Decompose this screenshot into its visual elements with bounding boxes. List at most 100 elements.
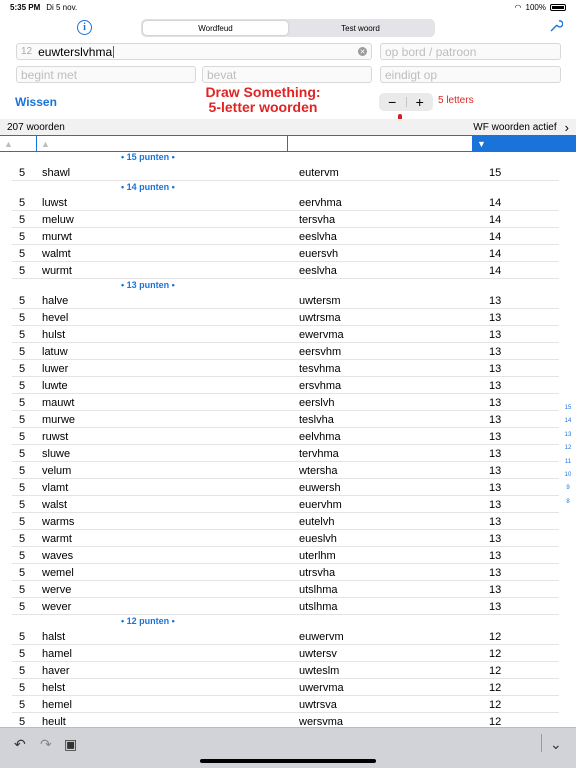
cell-len: 5 — [19, 396, 26, 409]
index-item[interactable]: 9 — [566, 482, 569, 495]
index-item[interactable]: 12 — [565, 442, 572, 455]
list-item[interactable]: 5 vlamt euwersh 13 — [0, 479, 576, 496]
section-header: • 12 punten • — [121, 616, 175, 626]
clear-icon[interactable]: ✕ — [358, 47, 367, 56]
index-item[interactable]: 13 — [565, 429, 572, 442]
cell-word: velum — [42, 464, 72, 477]
section-index[interactable]: 15 14 13 12 11 10 9 8 — [562, 402, 574, 509]
index-item[interactable]: 8 — [566, 496, 569, 509]
promo-banner[interactable]: Draw Something: 5-letter woorden — [200, 85, 326, 115]
sort-points-column[interactable]: ▼ — [473, 135, 576, 152]
list-item[interactable]: 5 wurmt eeslvha 14 — [0, 262, 576, 279]
tab-wordfeud[interactable]: Wordfeud — [143, 21, 288, 35]
cell-pts: 12 — [489, 630, 502, 643]
board-pattern-field[interactable]: op bord / patroon — [380, 43, 561, 60]
cell-pts: 13 — [489, 311, 502, 324]
list-item[interactable]: 5 murwt eeslvha 14 — [0, 228, 576, 245]
cell-word: murwe — [42, 413, 76, 426]
letters-value: euwterslvhma — [38, 44, 113, 59]
cell-word: luwst — [42, 196, 68, 209]
cell-pts: 14 — [489, 196, 502, 209]
sort-word-column[interactable]: ▲ — [37, 135, 288, 152]
cell-len: 5 — [19, 447, 26, 460]
cell-rack: euersvh — [299, 247, 339, 260]
cell-pts: 13 — [489, 498, 502, 511]
plus-button[interactable]: + — [407, 94, 434, 110]
chevron-down-icon[interactable]: ⌄ — [550, 736, 562, 753]
cell-len: 5 — [19, 196, 26, 209]
cell-word: wemel — [42, 566, 74, 579]
list-item[interactable]: 5 werve utslhma 13 — [0, 581, 576, 598]
sort-length-column[interactable]: ▲ — [0, 135, 37, 152]
list-item[interactable]: 5 waves uterlhm 13 — [0, 547, 576, 564]
index-item[interactable]: 11 — [565, 456, 571, 469]
list-item[interactable]: 5 murwe teslvha 13 — [0, 411, 576, 428]
ends-with-field[interactable]: eindigt op — [380, 66, 561, 83]
cell-len: 5 — [19, 413, 26, 426]
list-item[interactable]: 5 luwst eervhma 14 — [0, 194, 576, 211]
word-count: 207 woorden — [7, 121, 65, 133]
sort-rack-column[interactable] — [288, 135, 473, 152]
index-item[interactable]: 15 — [565, 402, 572, 415]
cell-word: waves — [42, 549, 74, 562]
list-item[interactable]: 5 mauwt eerslvh 13 — [0, 394, 576, 411]
cell-len: 5 — [19, 294, 26, 307]
cell-rack: uwtersm — [299, 294, 341, 307]
cell-word: warmt — [42, 532, 72, 545]
cell-pts: 14 — [489, 264, 502, 277]
cell-len: 5 — [19, 532, 26, 545]
begins-with-field[interactable]: begint met — [16, 66, 196, 83]
wrench-icon[interactable] — [549, 19, 564, 36]
chevron-right-icon[interactable]: › — [565, 120, 569, 135]
list-item[interactable]: 5 hamel uwtersv 12 — [0, 645, 576, 662]
info-icon[interactable]: i — [77, 20, 92, 35]
list-item[interactable]: 5 walst euervhm 13 — [0, 496, 576, 513]
list-item[interactable]: 5 shawl eutervm 15 — [0, 164, 576, 181]
list-item[interactable]: 5 wemel utrsvha 13 — [0, 564, 576, 581]
index-item[interactable]: 14 — [565, 415, 572, 428]
status-time: 5:35 PM — [10, 2, 41, 12]
list-item[interactable]: 5 helst uwervma 12 — [0, 679, 576, 696]
cell-len: 5 — [19, 515, 26, 528]
list-item[interactable]: 5 hemel uwtrsva 12 — [0, 696, 576, 713]
cell-pts: 13 — [489, 430, 502, 443]
tab-test-woord[interactable]: Test woord — [288, 21, 433, 35]
list-item[interactable]: 5 sluwe tervhma 13 — [0, 445, 576, 462]
cell-len: 5 — [19, 264, 26, 277]
undo-icon[interactable]: ↶ — [14, 736, 26, 753]
list-item[interactable]: 5 ruwst eelvhma 13 — [0, 428, 576, 445]
list-item[interactable]: 5 hevel uwtrsma 13 — [0, 309, 576, 326]
list-item[interactable]: 5 halst euwervm 12 — [0, 628, 576, 645]
promo-line-2: 5-letter woorden — [208, 99, 318, 115]
cell-len: 5 — [19, 230, 26, 243]
cell-pts: 13 — [489, 481, 502, 494]
clear-button[interactable]: Wissen — [15, 95, 57, 109]
paste-icon[interactable]: ▣ — [64, 736, 77, 753]
list-item[interactable]: 5 luwer tesvhma 13 — [0, 360, 576, 377]
letters-input[interactable]: 12 euwterslvhma ✕ — [16, 43, 372, 60]
list-item[interactable]: 5 meluw tersvha 14 — [0, 211, 576, 228]
minus-button[interactable]: − — [379, 94, 406, 110]
list-item[interactable]: 5 haver uwteslm 12 — [0, 662, 576, 679]
list-item[interactable]: 5 latuw eersvhm 13 — [0, 343, 576, 360]
cell-rack: utslhma — [299, 583, 338, 596]
contains-field[interactable]: bevat — [202, 66, 372, 83]
list-item[interactable]: 5 halve uwtersm 13 — [0, 292, 576, 309]
list-item[interactable]: 5 velum wtersha 13 — [0, 462, 576, 479]
redo-icon[interactable]: ↷ — [40, 736, 52, 753]
cell-rack: tervhma — [299, 447, 339, 460]
list-item[interactable]: 5 walmt euersvh 14 — [0, 245, 576, 262]
cell-pts: 13 — [489, 328, 502, 341]
summary-bar[interactable]: 207 woorden WF woorden actief › — [0, 119, 576, 135]
list-item[interactable]: 5 warms eutelvh 13 — [0, 513, 576, 530]
cell-len: 5 — [19, 498, 26, 511]
list-item[interactable]: 5 hulst ewervma 13 — [0, 326, 576, 343]
list-item[interactable]: 5 warmt eueslvh 13 — [0, 530, 576, 547]
cell-word: helst — [42, 681, 66, 694]
cell-rack: utrsvha — [299, 566, 336, 579]
list-item[interactable]: 5 wever utslhma 13 — [0, 598, 576, 615]
cell-len: 5 — [19, 328, 26, 341]
cell-rack: euervhm — [299, 498, 342, 511]
list-item[interactable]: 5 luwte ersvhma 13 — [0, 377, 576, 394]
index-item[interactable]: 10 — [565, 469, 572, 482]
